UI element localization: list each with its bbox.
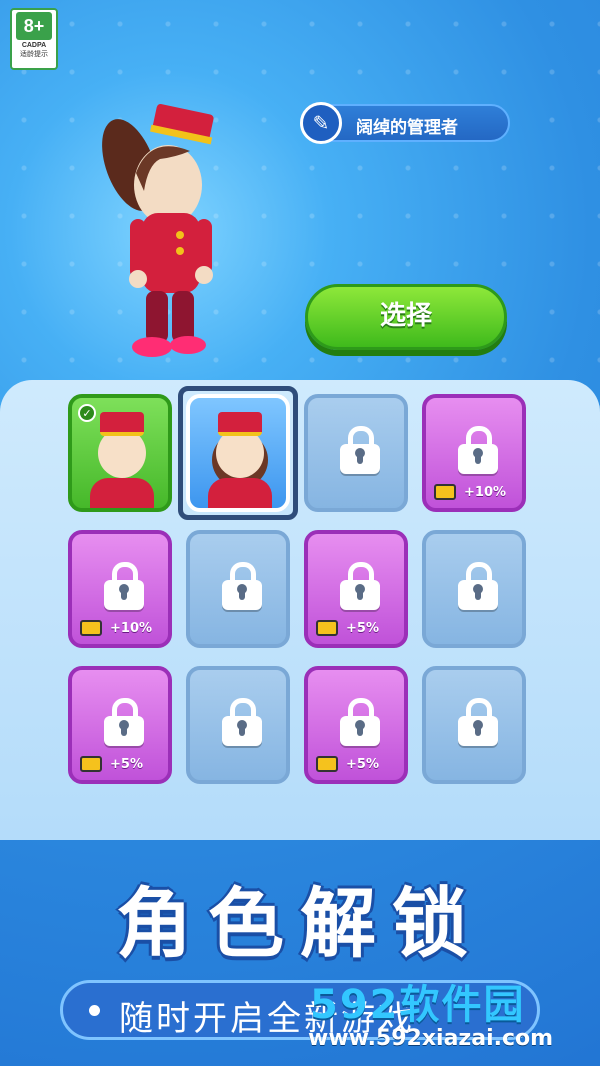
bellhop-hat-icon	[100, 412, 144, 436]
character-card[interactable]	[304, 394, 408, 512]
bonus-badge: +10%	[434, 482, 506, 502]
character-card[interactable]: ✓	[68, 394, 172, 512]
cash-icon	[316, 756, 338, 772]
character-card[interactable]: +5%	[304, 530, 408, 648]
character-card[interactable]: +5%	[68, 666, 172, 784]
bonus-badge: +10%	[80, 618, 152, 638]
feather-icon: ✎	[300, 102, 342, 144]
bonus-value: +5%	[346, 620, 379, 636]
character-title: 阔绰的管理者	[356, 118, 458, 138]
cash-icon	[316, 620, 338, 636]
character-card[interactable]: +10%	[68, 530, 172, 648]
bonus-badge: +5%	[80, 754, 143, 774]
watermark-brand: 592软件园	[310, 982, 526, 1028]
character-card[interactable]: +10%	[422, 394, 526, 512]
bonus-badge: +5%	[316, 618, 379, 638]
watermark: 592软件园 www.592xiazai.com	[298, 962, 598, 1062]
cash-icon	[434, 484, 456, 500]
checkmark-icon: ✓	[78, 404, 96, 422]
age-rating-badge: 8+ CADPA 适龄提示	[10, 8, 58, 70]
bonus-value: +10%	[110, 620, 153, 636]
lock-icon	[340, 562, 380, 610]
bonus-value: +10%	[464, 484, 507, 500]
bullet-icon	[89, 1005, 100, 1016]
lock-icon	[340, 426, 380, 474]
bonus-badge: +5%	[316, 754, 379, 774]
lock-icon	[458, 426, 498, 474]
cash-icon	[80, 620, 102, 636]
character-card[interactable]: +5%	[304, 666, 408, 784]
age-rating-org: CADPA	[21, 42, 47, 49]
character-uniform	[90, 478, 154, 508]
character-preview	[102, 104, 214, 357]
lock-icon	[458, 698, 498, 746]
cash-icon	[80, 756, 102, 772]
character-card[interactable]	[186, 530, 290, 648]
bonus-value: +5%	[346, 756, 379, 772]
lock-icon	[104, 562, 144, 610]
character-card[interactable]	[422, 666, 526, 784]
selection-frame	[178, 386, 298, 520]
lock-icon	[340, 698, 380, 746]
lock-icon	[104, 698, 144, 746]
character-title-tag: ✎ 阔绰的管理者	[300, 102, 510, 144]
watermark-url: www.592xiazai.com	[308, 1026, 554, 1051]
character-selection-panel: ✓ +10% +10% +5% +5% +5%	[0, 380, 600, 840]
lock-icon	[458, 562, 498, 610]
promo-headline: 角色解锁	[116, 879, 484, 968]
character-card[interactable]	[186, 666, 290, 784]
lock-icon	[222, 698, 262, 746]
lock-icon	[222, 562, 262, 610]
select-button[interactable]: 选择	[305, 284, 507, 350]
age-rating-tip: 适龄提示	[20, 50, 48, 58]
bonus-value: +5%	[110, 756, 143, 772]
age-rating: 8+	[16, 12, 52, 40]
character-card[interactable]	[422, 530, 526, 648]
